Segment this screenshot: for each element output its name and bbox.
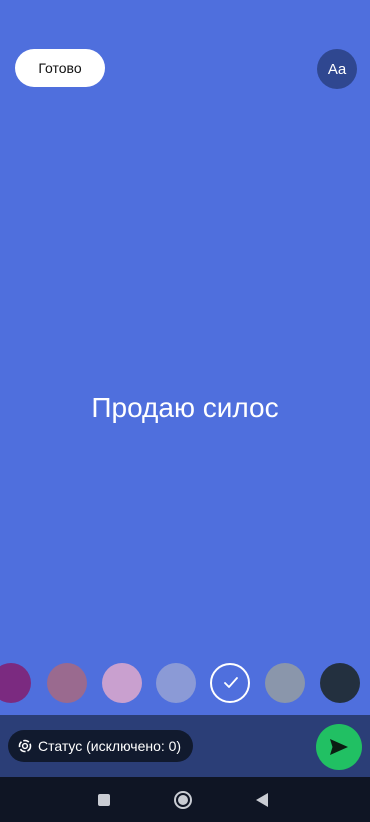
status-canvas[interactable]: Готово Aa Продаю силос	[0, 0, 370, 715]
color-swatch-selected[interactable]	[210, 663, 250, 703]
color-swatch[interactable]	[0, 663, 31, 703]
back-button[interactable]	[250, 788, 274, 812]
status-text[interactable]: Продаю силос	[0, 392, 370, 424]
color-swatch[interactable]	[47, 663, 87, 703]
done-button[interactable]: Готово	[15, 49, 105, 87]
circle-icon	[174, 791, 192, 809]
bottom-bar: Статус (исключено: 0)	[0, 715, 370, 777]
home-button[interactable]	[171, 788, 195, 812]
checkmark-icon	[224, 677, 238, 688]
send-icon	[330, 739, 348, 755]
system-navigation-bar	[0, 777, 370, 822]
status-privacy-label: Статус (исключено: 0)	[38, 738, 182, 754]
triangle-back-icon	[256, 793, 268, 807]
color-palette	[0, 663, 370, 705]
color-swatch[interactable]	[156, 663, 196, 703]
status-ring-icon	[18, 739, 32, 753]
recents-button[interactable]	[92, 788, 116, 812]
status-privacy-button[interactable]: Статус (исключено: 0)	[8, 730, 194, 762]
square-icon	[98, 794, 110, 806]
color-swatch[interactable]	[265, 663, 305, 703]
color-swatch[interactable]	[102, 663, 142, 703]
color-swatch[interactable]	[320, 663, 360, 703]
font-style-button[interactable]: Aa	[317, 49, 357, 89]
send-button[interactable]	[316, 724, 362, 770]
